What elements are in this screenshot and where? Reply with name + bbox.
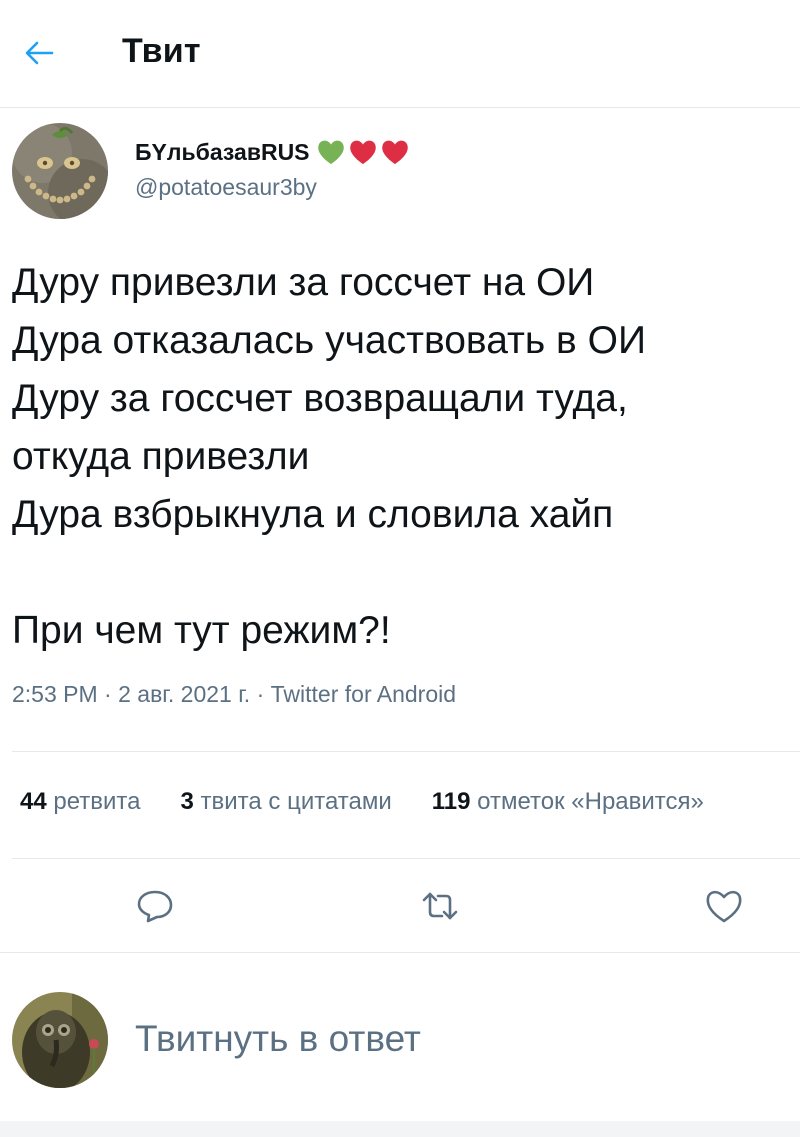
- author-handle[interactable]: @potatoesaur3by: [135, 174, 317, 201]
- tweet-text: Дуру привезли за госсчет на ОИ Дура отка…: [12, 254, 792, 660]
- quotes-label: твита с цитатами: [200, 788, 392, 815]
- retweets-stat[interactable]: 44 ретвита: [20, 788, 141, 816]
- emoji-group: [316, 138, 410, 166]
- author-name-text: БYльбазавRUS: [135, 138, 310, 165]
- like-button[interactable]: [696, 878, 752, 934]
- divider: [0, 952, 800, 953]
- retweets-count: 44: [20, 788, 47, 815]
- tweet-line: Дуру за госсчет возвращали туда,: [12, 377, 628, 420]
- tweet-meta: 2:53 PM · 2 авг. 2021 г. · Twitter for A…: [12, 681, 456, 708]
- reply-input[interactable]: Твитнуть в ответ: [135, 1018, 421, 1060]
- author-display-name[interactable]: БYльбазавRUS: [135, 138, 410, 166]
- divider: [12, 751, 800, 752]
- likes-label: отметок «Нравится»: [477, 788, 704, 815]
- retweet-button[interactable]: [412, 878, 468, 934]
- quotes-stat[interactable]: 3 твита с цитатами: [181, 788, 392, 816]
- gas-mask-image: [12, 992, 108, 1088]
- potato-face-image: [12, 123, 108, 219]
- likes-count: 119: [431, 788, 471, 815]
- meta-separator: ·: [104, 681, 119, 707]
- divider: [12, 858, 800, 859]
- likes-stat[interactable]: 119 отметок «Нравится»: [432, 788, 704, 816]
- meta-separator: ·: [256, 681, 271, 707]
- green-heart-icon: [317, 140, 344, 165]
- back-button[interactable]: [14, 28, 64, 78]
- tweet-time[interactable]: 2:53 PM: [12, 681, 98, 707]
- author-avatar[interactable]: [12, 123, 108, 219]
- user-avatar[interactable]: [12, 992, 108, 1088]
- reply-icon: [137, 890, 173, 923]
- tweet-date[interactable]: 2 авг. 2021 г.: [118, 681, 250, 707]
- tweet-line: Дура взбрыкнула и словила хайп: [12, 493, 614, 536]
- tweet-stats: 44 ретвита 3 твита с цитатами 119 отмето…: [20, 788, 744, 816]
- tweet-line: откуда привезли: [12, 435, 310, 478]
- reply-button[interactable]: [127, 878, 183, 934]
- tweet-line: Дуру привезли за госсчет на ОИ: [12, 261, 595, 304]
- tweet-source[interactable]: Twitter for Android: [271, 681, 456, 707]
- page-title: Твит: [122, 32, 201, 70]
- arrow-left-icon: [25, 41, 54, 65]
- tweet-line: Дура отказалась участвовать в ОИ: [12, 319, 646, 362]
- like-icon: [706, 890, 742, 923]
- bottom-bar: [0, 1121, 800, 1137]
- quotes-count: 3: [180, 788, 194, 815]
- red-heart-icon: [349, 140, 376, 165]
- red-heart-icon: [381, 140, 408, 165]
- tweet-line: При чем тут режим?!: [12, 609, 391, 652]
- retweet-icon: [422, 892, 458, 920]
- header-divider: [0, 107, 800, 108]
- retweets-label: ретвита: [53, 788, 141, 815]
